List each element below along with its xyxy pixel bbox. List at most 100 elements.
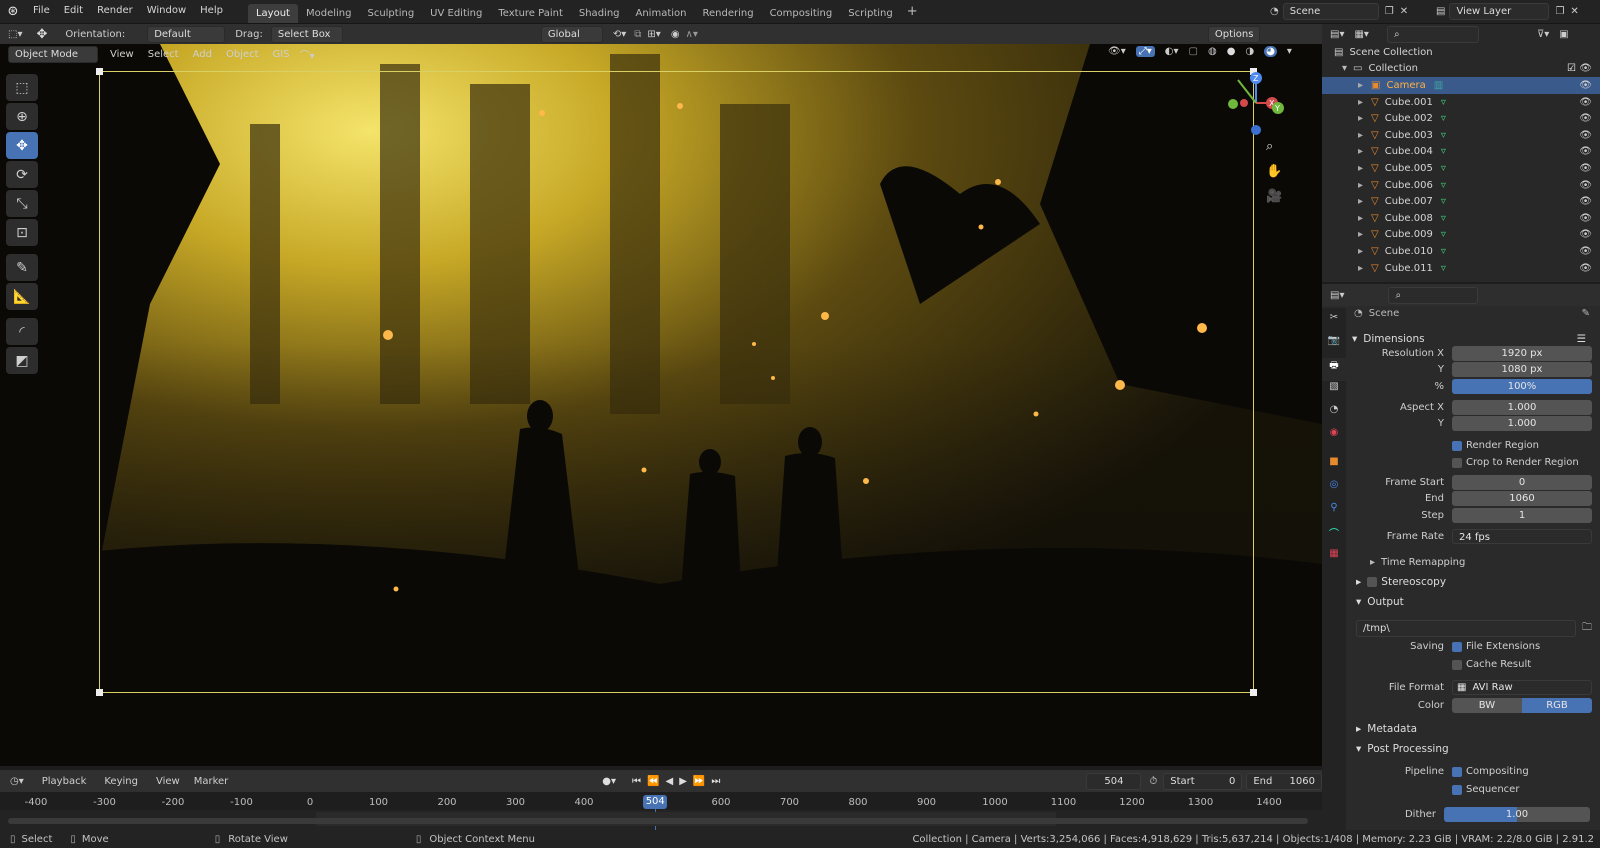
drag-dropdown[interactable]: Select Box [270, 25, 343, 43]
frame-rate-dropdown[interactable]: 24 fps [1452, 529, 1592, 544]
visibility-eye-icon[interactable]: 👁 [1579, 246, 1592, 257]
stereoscopy-row[interactable]: ▸ Stereoscopy [1356, 576, 1446, 588]
scene-selector[interactable]: ◔ Scene ❐ ✕ [1270, 3, 1408, 20]
scene-name-field[interactable]: Scene [1282, 3, 1379, 20]
shading-material-icon[interactable]: ◑ [1245, 46, 1254, 57]
start-frame-field[interactable]: Start 0 [1163, 772, 1243, 790]
menu-render[interactable]: Render [90, 0, 140, 24]
color-bw-button[interactable]: BW [1452, 698, 1522, 713]
aspect-x-field[interactable]: 1.000 [1452, 400, 1592, 415]
expand-arrow-icon[interactable]: ▸ [1358, 80, 1363, 91]
visibility-eye-icon[interactable]: 👁 [1579, 113, 1592, 124]
viewport-menu-add[interactable]: Add [189, 49, 216, 60]
menu-edit[interactable]: Edit [57, 0, 90, 24]
dither-slider[interactable]: 1.00 [1444, 807, 1590, 822]
world-tab-icon[interactable]: ◉ [1322, 427, 1346, 450]
menu-help[interactable]: Help [193, 0, 230, 24]
visibility-eye-icon[interactable]: 👁 [1579, 130, 1592, 141]
expand-arrow-icon[interactable]: ▾ [1342, 63, 1347, 74]
blender-logo-icon[interactable]: ⊛ [0, 4, 26, 19]
workspace-tab-modeling[interactable]: Modeling [298, 4, 360, 23]
annotate-icon[interactable]: ✎ [6, 254, 38, 281]
options-dropdown[interactable]: Options [1207, 25, 1261, 43]
menu-file[interactable]: File [26, 0, 57, 24]
expand-arrow-icon[interactable]: ▸ [1358, 97, 1363, 108]
workspace-tab-compositing[interactable]: Compositing [762, 4, 841, 23]
mesh-data-icon[interactable]: ▿ [1441, 113, 1446, 124]
outliner-editor-icon[interactable]: ▤▾ [1330, 29, 1344, 40]
view-layer-field[interactable]: View Layer [1449, 3, 1550, 20]
editor-type-icon[interactable]: ⬚▾ [8, 29, 22, 40]
file-format-dropdown[interactable]: ▦ AVI Raw [1452, 680, 1592, 695]
display-mode-icon[interactable]: ▦▾ [1354, 29, 1368, 40]
folder-icon[interactable]: 🗀 [1582, 620, 1592, 637]
menu-window[interactable]: Window [140, 0, 193, 24]
resolution-pct-slider[interactable]: 100% [1452, 379, 1592, 394]
cache-result-checkbox[interactable] [1452, 659, 1462, 670]
view-layer-selector[interactable]: ▤ View Layer ❐ ✕ [1436, 3, 1579, 20]
xray-icon[interactable]: ▢ [1189, 46, 1198, 57]
camera-view-icon[interactable]: 🎥 [1266, 189, 1282, 204]
play-reverse-icon[interactable]: ◀ [665, 776, 673, 787]
timeline-scrollbar[interactable] [8, 818, 1308, 824]
outliner-item[interactable]: ▸ ▽ Cube.011 ▿ 👁 [1322, 260, 1600, 277]
mesh-data-icon[interactable]: ▿ [1441, 213, 1446, 224]
texture-tab-icon[interactable]: ▦ [1322, 548, 1346, 571]
outliner-item[interactable]: ▸ ▽ Cube.006 ▿ 👁 [1322, 177, 1600, 194]
workspace-tab-animation[interactable]: Animation [628, 4, 695, 23]
visibility-eye-icon[interactable]: 👁 [1579, 229, 1592, 240]
resolution-x-field[interactable]: 1920 px [1452, 346, 1592, 361]
outliner-search[interactable]: ⌕ [1386, 25, 1479, 43]
workspace-tab-sculpting[interactable]: Sculpting [359, 4, 422, 23]
proportional-edit-icon[interactable]: ◉ [671, 29, 680, 40]
output-path-field[interactable]: /tmp\ [1356, 620, 1576, 637]
end-frame-field[interactable]: End 1060 [1246, 772, 1322, 790]
mesh-data-icon[interactable]: ▿ [1441, 196, 1446, 207]
move-icon[interactable]: ✥ [6, 132, 38, 159]
navigation-gizmo[interactable]: Z X Y [1224, 70, 1284, 135]
view-layer-tab-icon[interactable]: ▧ [1322, 381, 1346, 404]
object-data-tab-icon[interactable]: ⌒ [1322, 525, 1346, 548]
gizmo-icon[interactable]: ⤢▾ [1135, 46, 1155, 57]
expand-arrow-icon[interactable]: ▸ [1358, 229, 1363, 240]
mesh-data-icon[interactable]: ▿ [1441, 180, 1446, 191]
collection-checkbox[interactable]: ☑ [1567, 63, 1576, 74]
curve-tool-icon[interactable]: ◜ [6, 318, 38, 345]
stereoscopy-checkbox[interactable] [1367, 577, 1378, 587]
gis-tool-icon[interactable]: ◩ [6, 347, 38, 374]
visibility-eye-icon[interactable]: 👁 [1579, 196, 1592, 207]
zoom-icon[interactable]: ⌕ [1266, 139, 1273, 154]
expand-arrow-icon[interactable]: ▸ [1358, 130, 1363, 141]
shading-solid-icon[interactable]: ● [1227, 46, 1236, 57]
pin-icon[interactable]: ✎ [1582, 308, 1590, 319]
expand-arrow-icon[interactable]: ▸ [1358, 246, 1363, 257]
expand-arrow-icon[interactable]: ▸ [1358, 163, 1363, 174]
viewport-menu-view[interactable]: View [106, 49, 138, 60]
workspace-tab-shading[interactable]: Shading [571, 4, 628, 23]
mesh-data-icon[interactable]: ▿ [1441, 146, 1446, 157]
outliner-item[interactable]: ▸ ▣ Camera ▥ 👁 [1322, 77, 1600, 94]
sequencer-row[interactable]: Sequencer [1452, 784, 1519, 795]
transform-orientation-dropdown[interactable]: Global [540, 25, 603, 43]
shading-options-icon[interactable]: ▾ [1287, 46, 1292, 57]
stopwatch-icon[interactable]: ⏱ [1149, 776, 1157, 787]
workspace-tab-scripting[interactable]: Scripting [840, 4, 900, 23]
outliner-item[interactable]: ▸ ▽ Cube.009 ▿ 👁 [1322, 227, 1600, 244]
remove-scene-icon[interactable]: ✕ [1400, 6, 1408, 17]
color-rgb-button[interactable]: RGB [1522, 698, 1592, 713]
cache-result-row[interactable]: Cache Result [1452, 659, 1531, 670]
visibility-eye-icon[interactable]: 👁 [1579, 163, 1592, 174]
outliner-item[interactable]: ▸ ▽ Cube.002 ▿ 👁 [1322, 110, 1600, 127]
workspace-tab-texture-paint[interactable]: Texture Paint [490, 4, 571, 23]
workspace-tab-layout[interactable]: Layout [247, 3, 298, 23]
outliner-scene-collection[interactable]: ▤ Scene Collection [1322, 44, 1600, 61]
play-icon[interactable]: ▶ [679, 776, 687, 787]
current-frame-field[interactable]: 504 [1086, 772, 1142, 790]
rotate-icon[interactable]: ⟳ [6, 161, 38, 188]
select-box-icon[interactable]: ⬚ [6, 74, 38, 101]
overlay-icon[interactable]: ◐▾ [1165, 46, 1179, 57]
tool-tab-icon[interactable]: ✂ [1322, 312, 1346, 335]
properties-editor-icon[interactable]: ▤▾ [1330, 290, 1344, 301]
mesh-data-icon[interactable]: ▿ [1441, 97, 1446, 108]
3d-viewport[interactable]: Object Mode View Select Add Object GIS ⌒… [0, 44, 1322, 766]
